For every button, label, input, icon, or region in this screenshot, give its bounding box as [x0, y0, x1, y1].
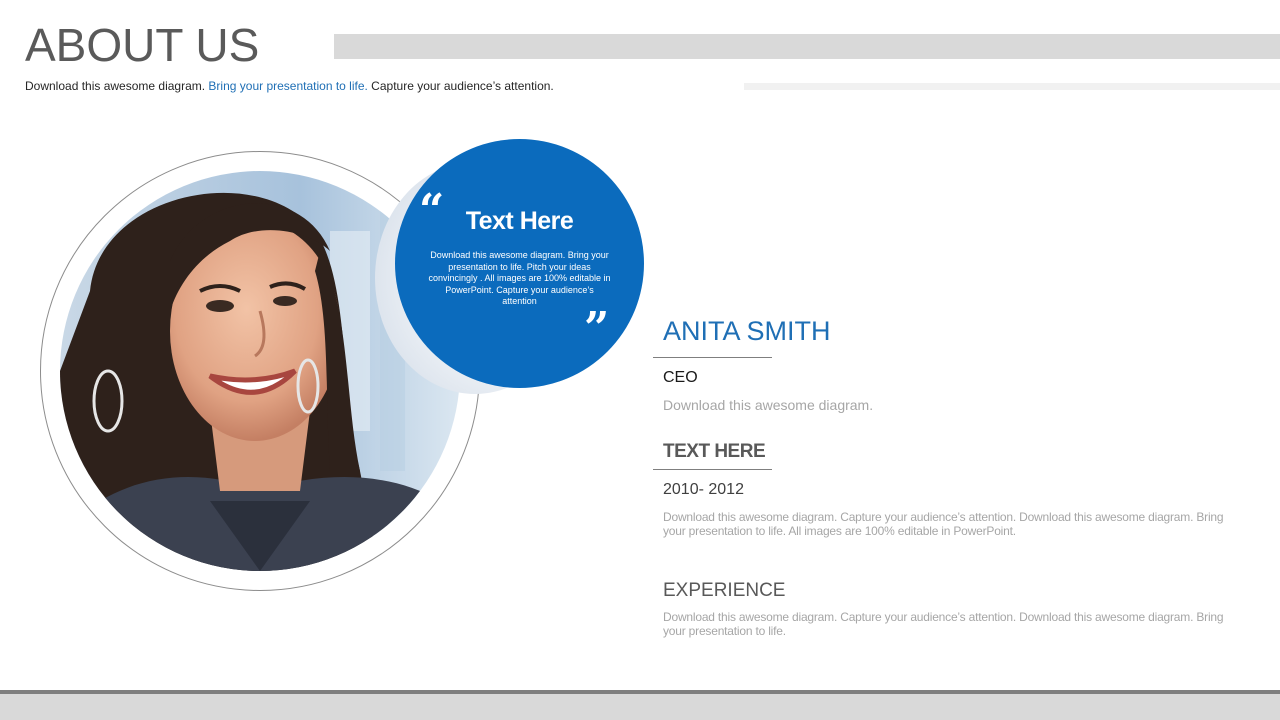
section-years: 2010- 2012 — [663, 481, 744, 498]
profile-role: CEO — [663, 369, 698, 386]
subtitle-highlight: Bring your presentation to life. — [208, 79, 368, 93]
title-decor-bar — [334, 34, 1280, 59]
subtitle-decor-bar — [744, 83, 1280, 90]
quote-body: Download this awesome diagram. Bring you… — [428, 250, 611, 306]
quote-bubble: “ Text Here Download this awesome diagra… — [395, 139, 644, 388]
experience-paragraph: Download this awesome diagram. Capture y… — [663, 610, 1224, 638]
subtitle-text-1: Download this awesome diagram. — [25, 79, 209, 93]
profile-name: ANITA SMITH — [663, 316, 831, 346]
section-heading: TEXT HERE — [663, 441, 766, 462]
subtitle-text-2: Capture your audience’s attention. — [367, 79, 554, 93]
page-title: ABOUT US — [25, 19, 260, 71]
quote-title: Text Here — [465, 207, 574, 235]
experience-heading: EXPERIENCE — [663, 580, 786, 601]
name-divider — [653, 357, 772, 358]
page-subtitle: Download this awesome diagram. Bring you… — [25, 79, 554, 93]
section-paragraph: Download this awesome diagram. Capture y… — [663, 510, 1224, 538]
close-quote-icon: ” — [584, 303, 610, 354]
footer-bar — [0, 694, 1280, 720]
section-divider — [653, 469, 772, 470]
role-description: Download this awesome diagram. — [663, 397, 874, 413]
